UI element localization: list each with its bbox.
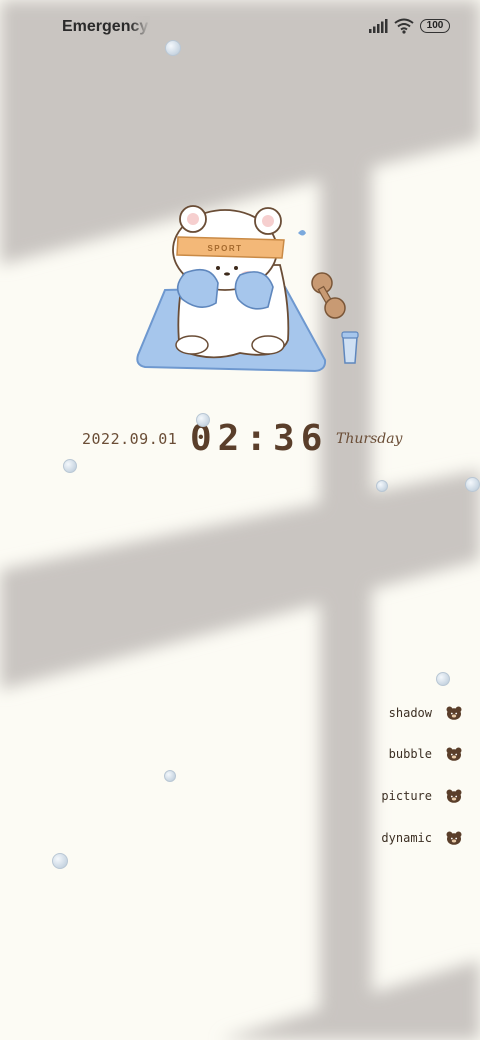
status-icons: 100 (368, 18, 450, 34)
bubble-decoration (164, 770, 176, 782)
bear-workout-illustration: SPORT (136, 205, 359, 373)
menu-item-label: picture (381, 789, 432, 803)
menu-item-dynamic[interactable]: dynamic (342, 825, 462, 851)
bubble-decoration (376, 480, 388, 492)
weekday-label: Thursday (336, 431, 403, 447)
battery-icon: 100 (420, 19, 450, 33)
bear-icon (446, 789, 462, 803)
bubble-decoration (52, 853, 68, 869)
bear-icon (446, 747, 462, 761)
carrier-fade (130, 16, 150, 40)
menu-item-label: shadow (388, 706, 432, 720)
menu-item-shadow[interactable]: shadow (342, 700, 462, 726)
date-label: 2022.09.01 (82, 430, 178, 448)
menu-item-label: bubble (388, 747, 432, 761)
signal-icon (369, 19, 388, 33)
headband-text: SPORT (207, 244, 242, 253)
bubble-decoration (436, 672, 450, 686)
clock-time: 02:36 (190, 418, 329, 459)
bear-icon (446, 831, 462, 845)
bear-icon (446, 706, 462, 720)
bubble-decoration (165, 40, 181, 56)
menu-item-bubble[interactable]: bubble (342, 741, 462, 767)
menu-item-picture[interactable]: picture (342, 783, 462, 809)
bubble-decoration (63, 459, 77, 473)
menu-item-label: dynamic (381, 831, 432, 845)
bubble-decoration (196, 413, 210, 427)
status-bar: Emergency c 100 (0, 0, 480, 56)
window-shadow-backdrop (0, 0, 480, 1040)
bubble-decoration (465, 477, 480, 492)
wifi-icon (394, 18, 414, 34)
